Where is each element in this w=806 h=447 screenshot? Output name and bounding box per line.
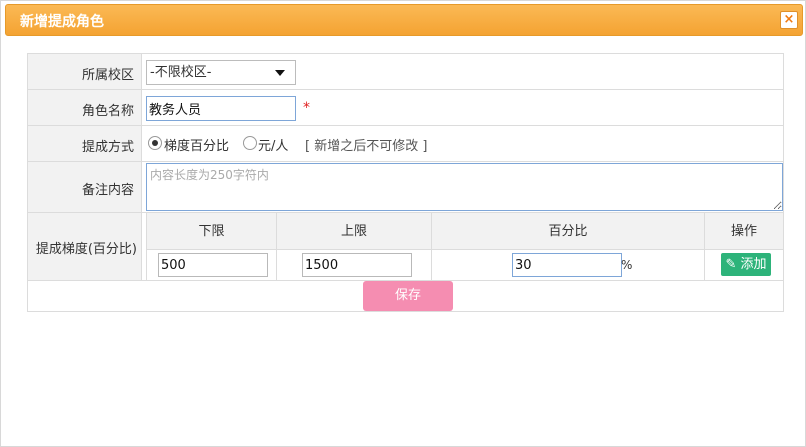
edit-icon: ✎ (725, 257, 737, 272)
radio-per-person-label[interactable]: 元/人 (258, 135, 288, 154)
lower-input[interactable] (158, 253, 268, 277)
campus-select[interactable]: -不限校区- (146, 60, 296, 85)
close-icon: × (783, 12, 795, 27)
campus-select-value: -不限校区- (150, 65, 212, 80)
radio-gradient-percent-label[interactable]: 梯度百分比 (164, 135, 229, 154)
dialog: 新增提成角色 × 所属校区 -不限校区- 角色名称 * (0, 0, 806, 447)
percent-input[interactable] (512, 253, 622, 277)
gradient-table: 下限 上限 百分比 操作 % (146, 213, 783, 280)
column-header-upper: 上限 (277, 213, 432, 250)
role-name-label: 角色名称 (28, 90, 142, 125)
remark-textarea[interactable] (146, 163, 783, 211)
lower-cell (147, 250, 277, 280)
gradient-row: 提成梯度(百分比) 下限 上限 百分比 操作 % (28, 213, 783, 281)
add-row-label: 添加 (740, 257, 767, 272)
required-mark: * (303, 100, 310, 116)
commission-method-hint: [ 新增之后不可修改 ] (305, 139, 428, 154)
gradient-label: 提成梯度(百分比) (28, 213, 142, 280)
role-name-row: 角色名称 * (28, 90, 783, 126)
dialog-titlebar: 新增提成角色 × (5, 4, 803, 36)
action-cell: ✎ 添加 (705, 250, 783, 280)
chevron-down-icon (275, 70, 285, 76)
radio-gradient-percent[interactable] (148, 136, 162, 150)
percent-cell: % (432, 250, 705, 280)
close-button[interactable]: × (780, 11, 798, 29)
role-name-input[interactable] (146, 96, 296, 121)
dialog-title: 新增提成角色 (20, 14, 104, 30)
commission-method-label: 提成方式 (28, 126, 142, 161)
column-header-lower: 下限 (147, 213, 277, 250)
upper-input[interactable] (302, 253, 412, 277)
add-row-button[interactable]: ✎ 添加 (721, 253, 771, 276)
save-button[interactable]: 保存 (363, 281, 453, 311)
percent-unit: % (621, 258, 633, 272)
campus-label: 所属校区 (28, 54, 142, 89)
upper-cell (277, 250, 432, 280)
column-header-percent: 百分比 (432, 213, 705, 250)
campus-row: 所属校区 -不限校区- (28, 54, 783, 90)
radio-per-person[interactable] (243, 136, 257, 150)
remark-label: 备注内容 (28, 162, 142, 212)
remark-row: 备注内容 (28, 162, 783, 213)
role-form: 所属校区 -不限校区- 角色名称 * 提成方式 (27, 53, 784, 312)
commission-method-row: 提成方式 梯度百分比 元/人 [ 新增之后不可修改 ] (28, 126, 783, 162)
column-header-action: 操作 (705, 213, 783, 250)
